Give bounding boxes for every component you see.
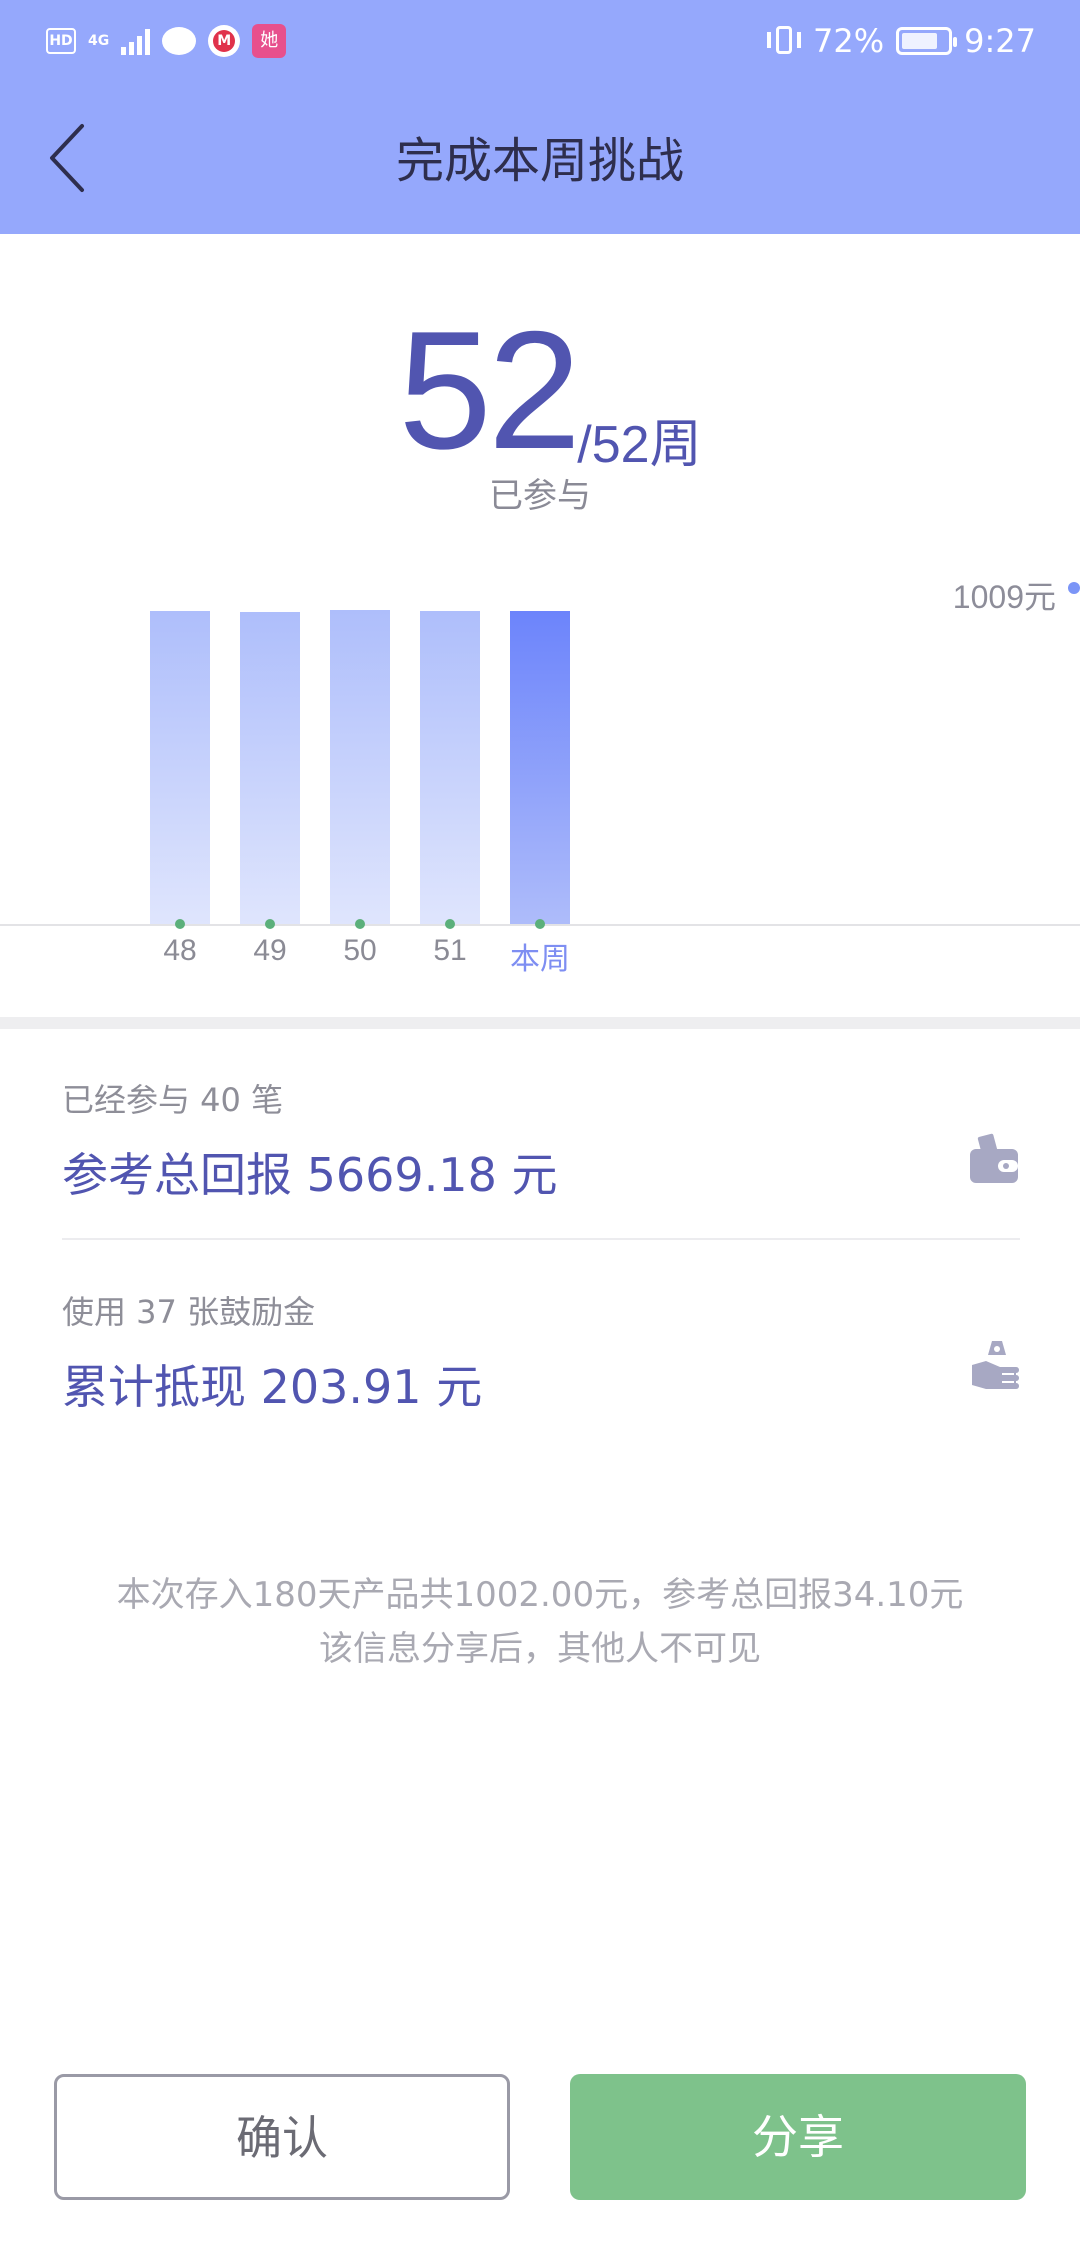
note-line-1: 本次存入180天产品共1002.00元，参考总回报34.10元: [116, 1575, 964, 1615]
chart-point: [265, 919, 275, 929]
signal-icon: [121, 27, 151, 55]
chart-point: [175, 919, 185, 929]
week-counter: 52 /52周: [0, 305, 1080, 475]
weekly-bar-chart: 1009元 48 49 50 51 本周: [0, 560, 1080, 980]
vibrate-icon: [767, 24, 802, 58]
wallet-icon: [970, 1133, 1018, 1183]
app-notification-icon: 她: [252, 24, 287, 58]
chart-point: [355, 919, 365, 929]
bank-app-icon: M: [208, 25, 241, 57]
share-button[interactable]: 分享: [570, 2074, 1026, 2200]
status-right: 72% 9:27: [767, 22, 1036, 60]
status-bar: HD 4G M 她 72% 9:27: [0, 0, 1080, 86]
note-line-2: 该信息分享后，其他人不可见: [319, 1629, 761, 1669]
coupon-count: 使用 37 张鼓励金: [62, 1293, 316, 1331]
total-weeks: /52周: [577, 416, 702, 474]
chart-bar: [150, 611, 210, 924]
battery-icon: [896, 27, 958, 55]
cashback-stat: 使用 37 张鼓励金 累计抵现 203.91 元: [62, 1287, 1022, 1417]
current-week-number: 52: [398, 296, 581, 484]
hd-icon: HD: [46, 28, 76, 54]
section-divider: [0, 1017, 1080, 1029]
chart-bar: [510, 611, 570, 924]
returns-stat: 已经参与 40 笔 参考总回报 5669.18 元: [62, 1075, 1022, 1205]
status-left: HD 4G M 她: [46, 24, 287, 58]
chart-bar: [240, 612, 300, 924]
chart-point: [445, 919, 455, 929]
info-note: 本次存入180天产品共1002.00元，参考总回报34.10元 该信息分享后，其…: [0, 1568, 1080, 1676]
goal-marker-dot: [1068, 582, 1080, 594]
message-icon: [162, 27, 197, 55]
money-hand-icon: [972, 1341, 1019, 1389]
x-tick-label: 48: [163, 934, 197, 967]
x-tick-label: 本周: [510, 943, 570, 976]
page-title: 完成本周挑战: [395, 133, 684, 189]
chart-point: [535, 919, 545, 929]
goal-label: 1009元: [952, 579, 1056, 615]
stat-divider: [62, 1238, 1020, 1240]
x-tick-label: 51: [433, 934, 467, 967]
cumulative-cashback: 累计抵现 203.91 元: [62, 1360, 483, 1414]
x-tick-label: 49: [253, 934, 287, 967]
participation-count: 已经参与 40 笔: [62, 1081, 284, 1119]
header-bar: HD 4G M 她 72% 9:27 完成本周挑战: [0, 0, 1080, 234]
chart-bar: [330, 610, 390, 924]
participated-label: 已参与: [489, 476, 591, 516]
chart-bar: [420, 611, 480, 924]
network-type-icon: 4G: [88, 33, 110, 49]
battery-percent: 72%: [813, 22, 885, 60]
confirm-button[interactable]: 确认: [54, 2074, 510, 2200]
total-return: 参考总回报 5669.18 元: [62, 1148, 558, 1202]
x-tick-label: 50: [343, 934, 377, 967]
clock: 9:27: [964, 22, 1036, 60]
